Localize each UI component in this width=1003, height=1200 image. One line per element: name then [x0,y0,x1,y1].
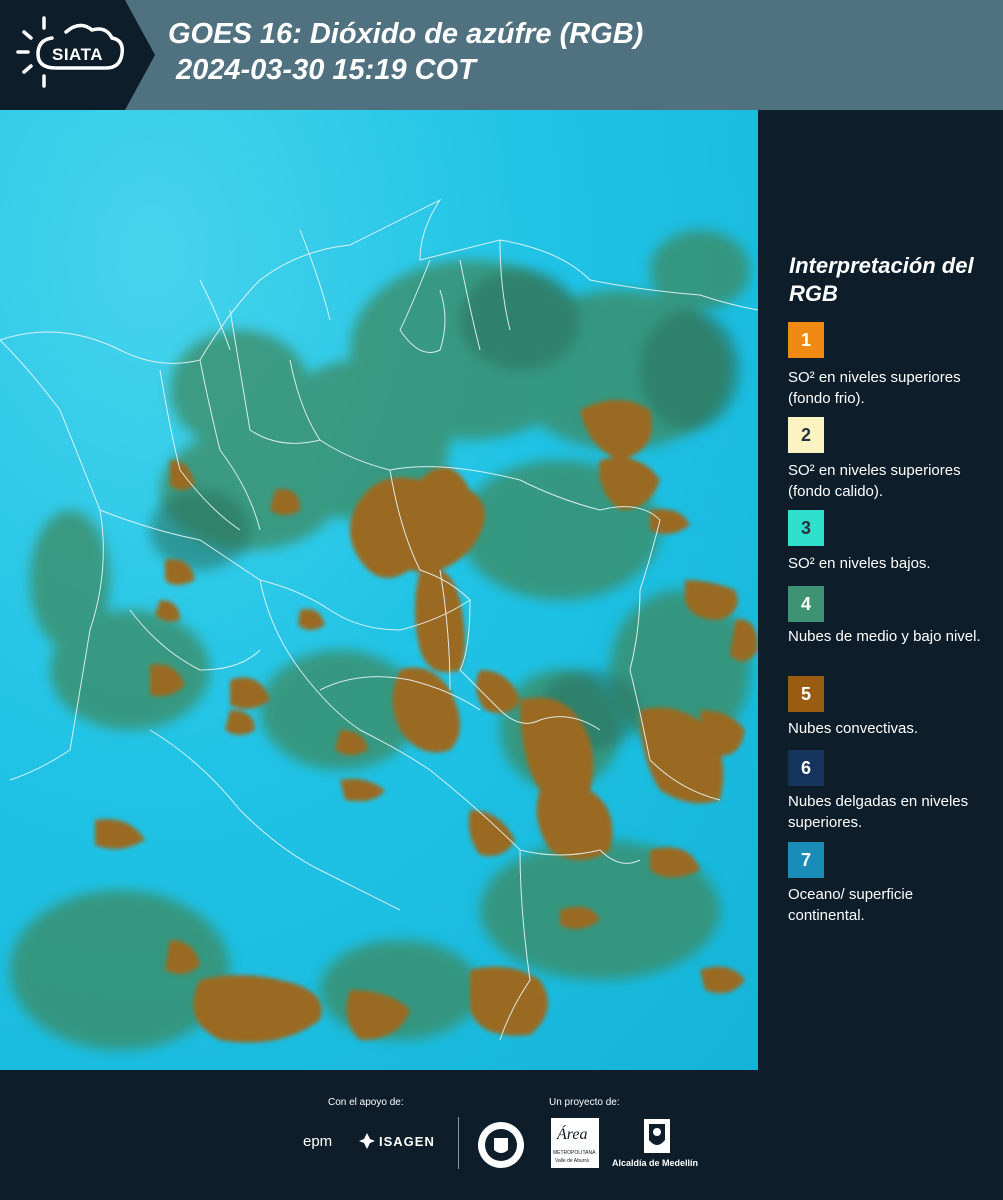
legend-label-7: Oceano/ superficie continental. [788,886,914,924]
legend-panel: Interpretación del RGB 1 SO² en niveles … [758,110,1003,1070]
legend-title: Interpretación del RGB [789,253,974,306]
satellite-map [0,110,758,1070]
legend-swatch-4: 4 [788,586,824,622]
title-line-2: 2024-03-30 15:19 COT [176,54,476,86]
legend-label-2: SO² en niveles superiores (fondo calido)… [788,462,961,500]
support-label: Con el apoyo de: [328,1097,404,1108]
header-bar: SIATA GOES 16: Dióxido de azúfre (RGB) 2… [0,0,1003,110]
alcaldia-shield-icon [644,1119,670,1153]
logo-arrow [125,0,155,110]
title-line-1: GOES 16: Dióxido de azúfre (RGB) [168,18,644,50]
legend-swatch-2: 2 [788,417,824,453]
legend-swatch-6: 6 [788,750,824,786]
alcaldia-label: Alcaldía de Medellín [612,1158,699,1168]
isagen-logo: ISAGEN [379,1134,435,1149]
area-logo-text: Área [557,1126,588,1143]
legend-label-3: SO² en niveles bajos. [788,555,931,572]
page-title: GOES 16: Dióxido de azúfre (RGB) 2024-03… [168,16,643,88]
legend-label-1: SO² en niveles superiores (fondo frio). [788,369,961,407]
footer-divider [458,1117,459,1169]
footer: Con el apoyo de: Un proyecto de: epm ISA… [0,1070,1003,1200]
legend-swatch-7: 7 [788,842,824,878]
area-metropolitana-logo: Área METROPOLITANA Valle de Aburrá [551,1118,599,1168]
legend-label-4: Nubes de medio y bajo nivel. [788,628,981,645]
project-label: Un proyecto de: [549,1097,620,1108]
epm-logo: epm [303,1133,333,1150]
isagen-icon [359,1133,375,1149]
legend-swatch-3: 3 [788,510,824,546]
legend-swatch-1: 1 [788,322,824,358]
area-logo-sub2: Valle de Aburrá [555,1158,589,1164]
medellin-seal [478,1122,524,1168]
area-logo-sub: METROPOLITANA [553,1150,596,1156]
legend-label-6: Nubes delgadas en niveles superiores. [788,793,969,831]
legend-swatch-5: 5 [788,676,824,712]
legend-label-5: Nubes convectivas. [788,720,919,737]
logo-text: SIATA [52,45,103,64]
satellite-image [0,198,758,1050]
siata-logo: SIATA [0,0,125,110]
